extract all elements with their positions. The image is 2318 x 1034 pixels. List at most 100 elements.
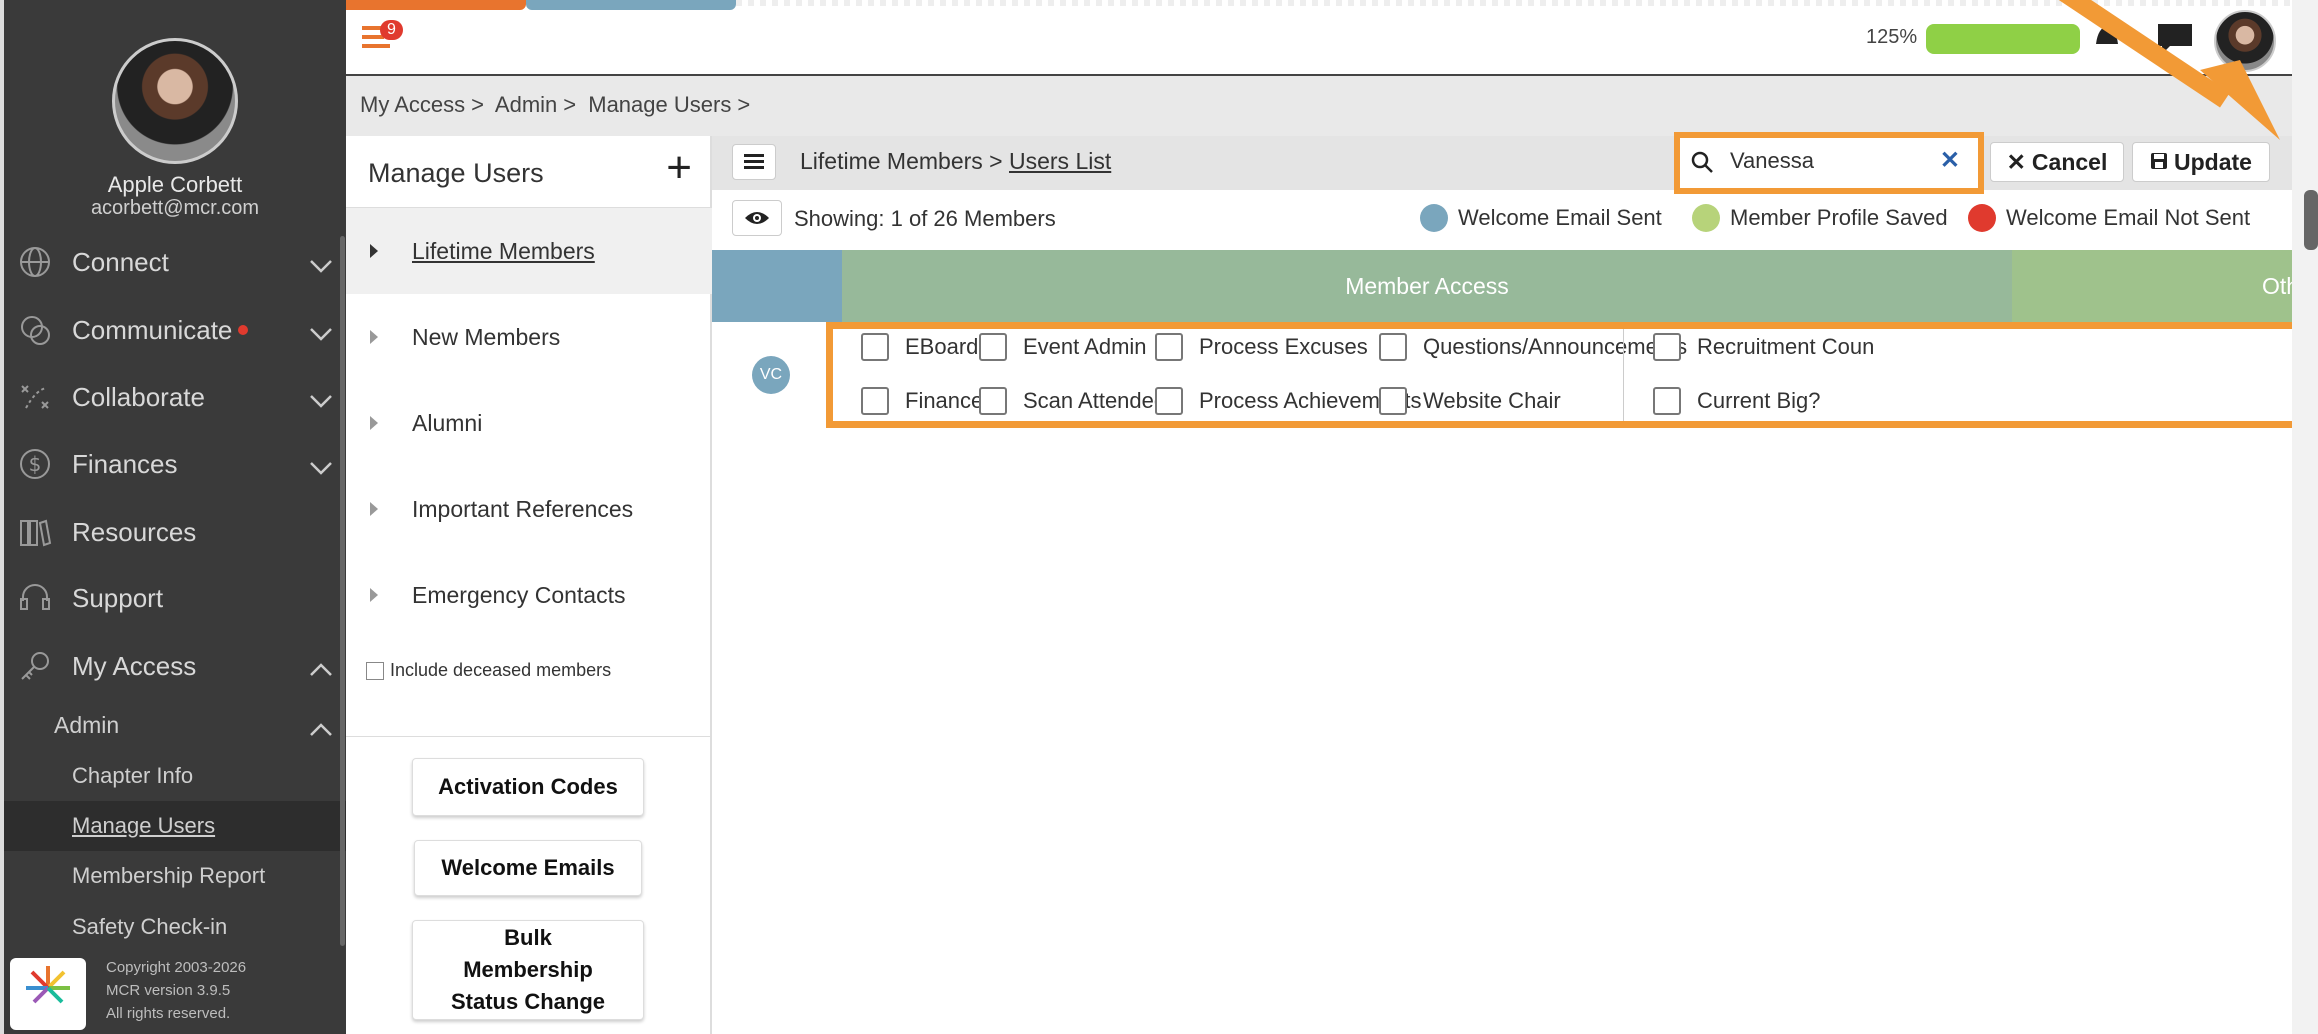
member-initials-avatar[interactable]: VC [752,356,790,394]
nav-membership-report[interactable]: Membership Report [4,851,346,901]
showing-count: Showing: 1 of 26 Members [794,206,1056,231]
panel-header: Manage Users + [346,136,712,208]
hamburger-icon [744,154,764,169]
checkbox[interactable] [1379,333,1407,361]
save-icon [2150,149,2168,176]
nav-label: My Access [72,650,197,681]
checkbox[interactable] [1653,333,1681,361]
perm-recruitment-counselor[interactable]: Recruitment Coun [1653,333,1874,361]
chevron-down-icon [308,452,334,483]
list-menu-button[interactable] [732,144,776,180]
page-scroll-track [2292,0,2318,1034]
perm-event-admin[interactable]: Event Admin [979,333,1147,361]
checkbox[interactable] [861,333,889,361]
nav-my-access[interactable]: My Access [4,636,346,696]
nav-communicate[interactable]: Communicate [4,300,346,360]
crumb-parent[interactable]: Lifetime Members [800,148,983,174]
tree-item-new-members[interactable]: New Members [346,294,712,380]
include-deceased-checkbox[interactable]: Include deceased members [366,660,611,681]
legend-welcome-email-not-sent: Welcome Email Not Sent [1968,204,2250,232]
nav-admin[interactable]: Admin [4,700,346,750]
nav-finances[interactable]: $ Finances [4,434,346,494]
activation-codes-button[interactable]: Activation Codes [412,758,644,816]
crumb-separator: > [989,148,1003,174]
list-breadcrumb: Lifetime Members > Users List [800,148,1111,175]
nav-connect[interactable]: Connect [4,232,346,292]
globe-icon [14,241,56,283]
profile-email: acorbett@mcr.com [90,197,260,219]
welcome-emails-button[interactable]: Welcome Emails [414,840,642,896]
breadcrumb-item[interactable]: Manage Users [588,92,731,117]
legend-dot [1692,204,1720,232]
checkbox[interactable] [366,661,384,680]
books-icon [14,511,56,553]
caret-right-icon [370,588,378,602]
mcr-logo [10,958,86,1030]
checkbox[interactable] [1155,387,1183,415]
showing-row: Showing: 1 of 26 Members Welcome Email S… [712,190,2292,250]
sidebar-footer: Copyright 2003-2026 MCR version 3.9.5 Al… [4,950,346,1034]
perm-website-chair[interactable]: Website Chair [1379,387,1561,415]
checkbox[interactable] [979,333,1007,361]
legend-welcome-email-sent: Welcome Email Sent [1420,204,1662,232]
perm-finance[interactable]: Finance [861,387,983,415]
clear-search-icon[interactable]: ✕ [1940,146,1960,175]
manage-users-panel: Manage Users + Lifetime Members New Memb… [346,136,712,1034]
nav-chapter-info[interactable]: Chapter Info [4,751,346,801]
search-input[interactable] [1730,144,1920,178]
profile-avatar[interactable] [112,38,238,164]
chevron-up-icon [308,654,334,685]
perm-scan-attendees[interactable]: Scan Attendees [979,387,1177,415]
nav-label: Resources [72,516,197,547]
page-scrollbar[interactable] [2304,190,2318,250]
nav-safety-check-in[interactable]: Safety Check-in [4,902,346,952]
nav-resources[interactable]: Resources [4,502,346,562]
svg-text:$: $ [29,452,42,476]
breadcrumb-item[interactable]: Admin [495,92,557,117]
checkbox[interactable] [979,387,1007,415]
checkbox[interactable] [1155,333,1183,361]
chevron-down-icon [308,318,334,349]
annotation-arrow-icon [2058,0,2280,140]
nav-collaborate[interactable]: Collaborate [4,367,346,427]
tree-item-lifetime-members[interactable]: Lifetime Members [346,208,712,294]
progress-segment-blue [526,0,736,10]
breadcrumb-separator: > [563,92,577,117]
tree-item-emergency-contacts[interactable]: Emergency Contacts [346,552,712,638]
profile-name: Apple Corbett [107,172,243,197]
perm-eboard[interactable]: EBoard? [861,333,991,361]
chevron-down-icon [308,385,334,416]
caret-right-icon [370,244,378,258]
caret-right-icon [370,330,378,344]
grid-header: Member Access Othe [712,250,2292,322]
legend-dot [1420,204,1448,232]
perm-questions-announcements[interactable]: Questions/Announcements [1379,333,1687,361]
search-icon [1690,150,1716,181]
sidebar-scrollbar[interactable] [340,236,345,946]
chat-bubbles-icon [14,309,56,351]
member-access-column-header: Member Access [842,250,2012,322]
checkbox[interactable] [1653,387,1681,415]
nav-label: Collaborate [72,381,205,412]
search-box: ✕ [1674,132,1984,194]
checkbox[interactable] [861,387,889,415]
checkbox[interactable] [1379,387,1407,415]
chevron-down-icon [308,250,334,281]
perm-current-big[interactable]: Current Big? [1653,387,1821,415]
tree-item-important-references[interactable]: Important References [346,466,712,552]
breadcrumb: My Access > Admin > Manage Users > [360,92,756,118]
nav-label: Finances [72,448,178,479]
add-icon[interactable]: + [666,146,692,190]
caret-right-icon [370,502,378,516]
dollar-icon: $ [14,443,56,485]
perm-process-excuses[interactable]: Process Excuses [1155,333,1368,361]
view-options-button[interactable] [732,200,782,236]
tree-item-alumni[interactable]: Alumni [346,380,712,466]
sidebar: Apple Corbett acorbett@mcr.com Connect C… [0,0,346,1034]
breadcrumb-separator: > [737,92,751,117]
crumb-current[interactable]: Users List [1009,148,1111,174]
nav-manage-users[interactable]: Manage Users [4,801,346,851]
bulk-membership-status-change-button[interactable]: Bulk Membership Status Change [412,920,644,1020]
breadcrumb-item[interactable]: My Access [360,92,465,117]
nav-support[interactable]: Support [4,568,346,628]
